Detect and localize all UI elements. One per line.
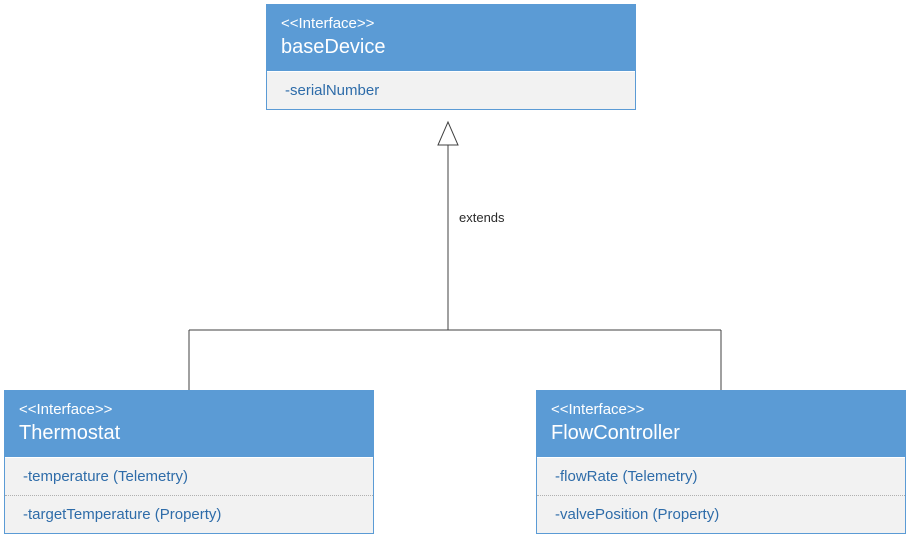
uml-header: <<Interface>> FlowController [537, 391, 905, 457]
class-member: -serialNumber [267, 71, 635, 109]
class-member: -valvePosition (Property) [537, 495, 905, 533]
class-member: -targetTemperature (Property) [5, 495, 373, 533]
relationship-label: extends [459, 210, 505, 225]
uml-class-base: <<Interface>> baseDevice -serialNumber [266, 4, 636, 110]
class-name: Thermostat [19, 422, 359, 445]
class-member: -temperature (Telemetry) [5, 457, 373, 495]
stereotype-label: <<Interface>> [551, 401, 891, 418]
uml-header: <<Interface>> Thermostat [5, 391, 373, 457]
uml-header: <<Interface>> baseDevice [267, 5, 635, 71]
class-name: baseDevice [281, 36, 621, 59]
class-member: -flowRate (Telemetry) [537, 457, 905, 495]
uml-class-thermostat: <<Interface>> Thermostat -temperature (T… [4, 390, 374, 534]
stereotype-label: <<Interface>> [19, 401, 359, 418]
uml-class-flowcontroller: <<Interface>> FlowController -flowRate (… [536, 390, 906, 534]
stereotype-label: <<Interface>> [281, 15, 621, 32]
class-name: FlowController [551, 422, 891, 445]
